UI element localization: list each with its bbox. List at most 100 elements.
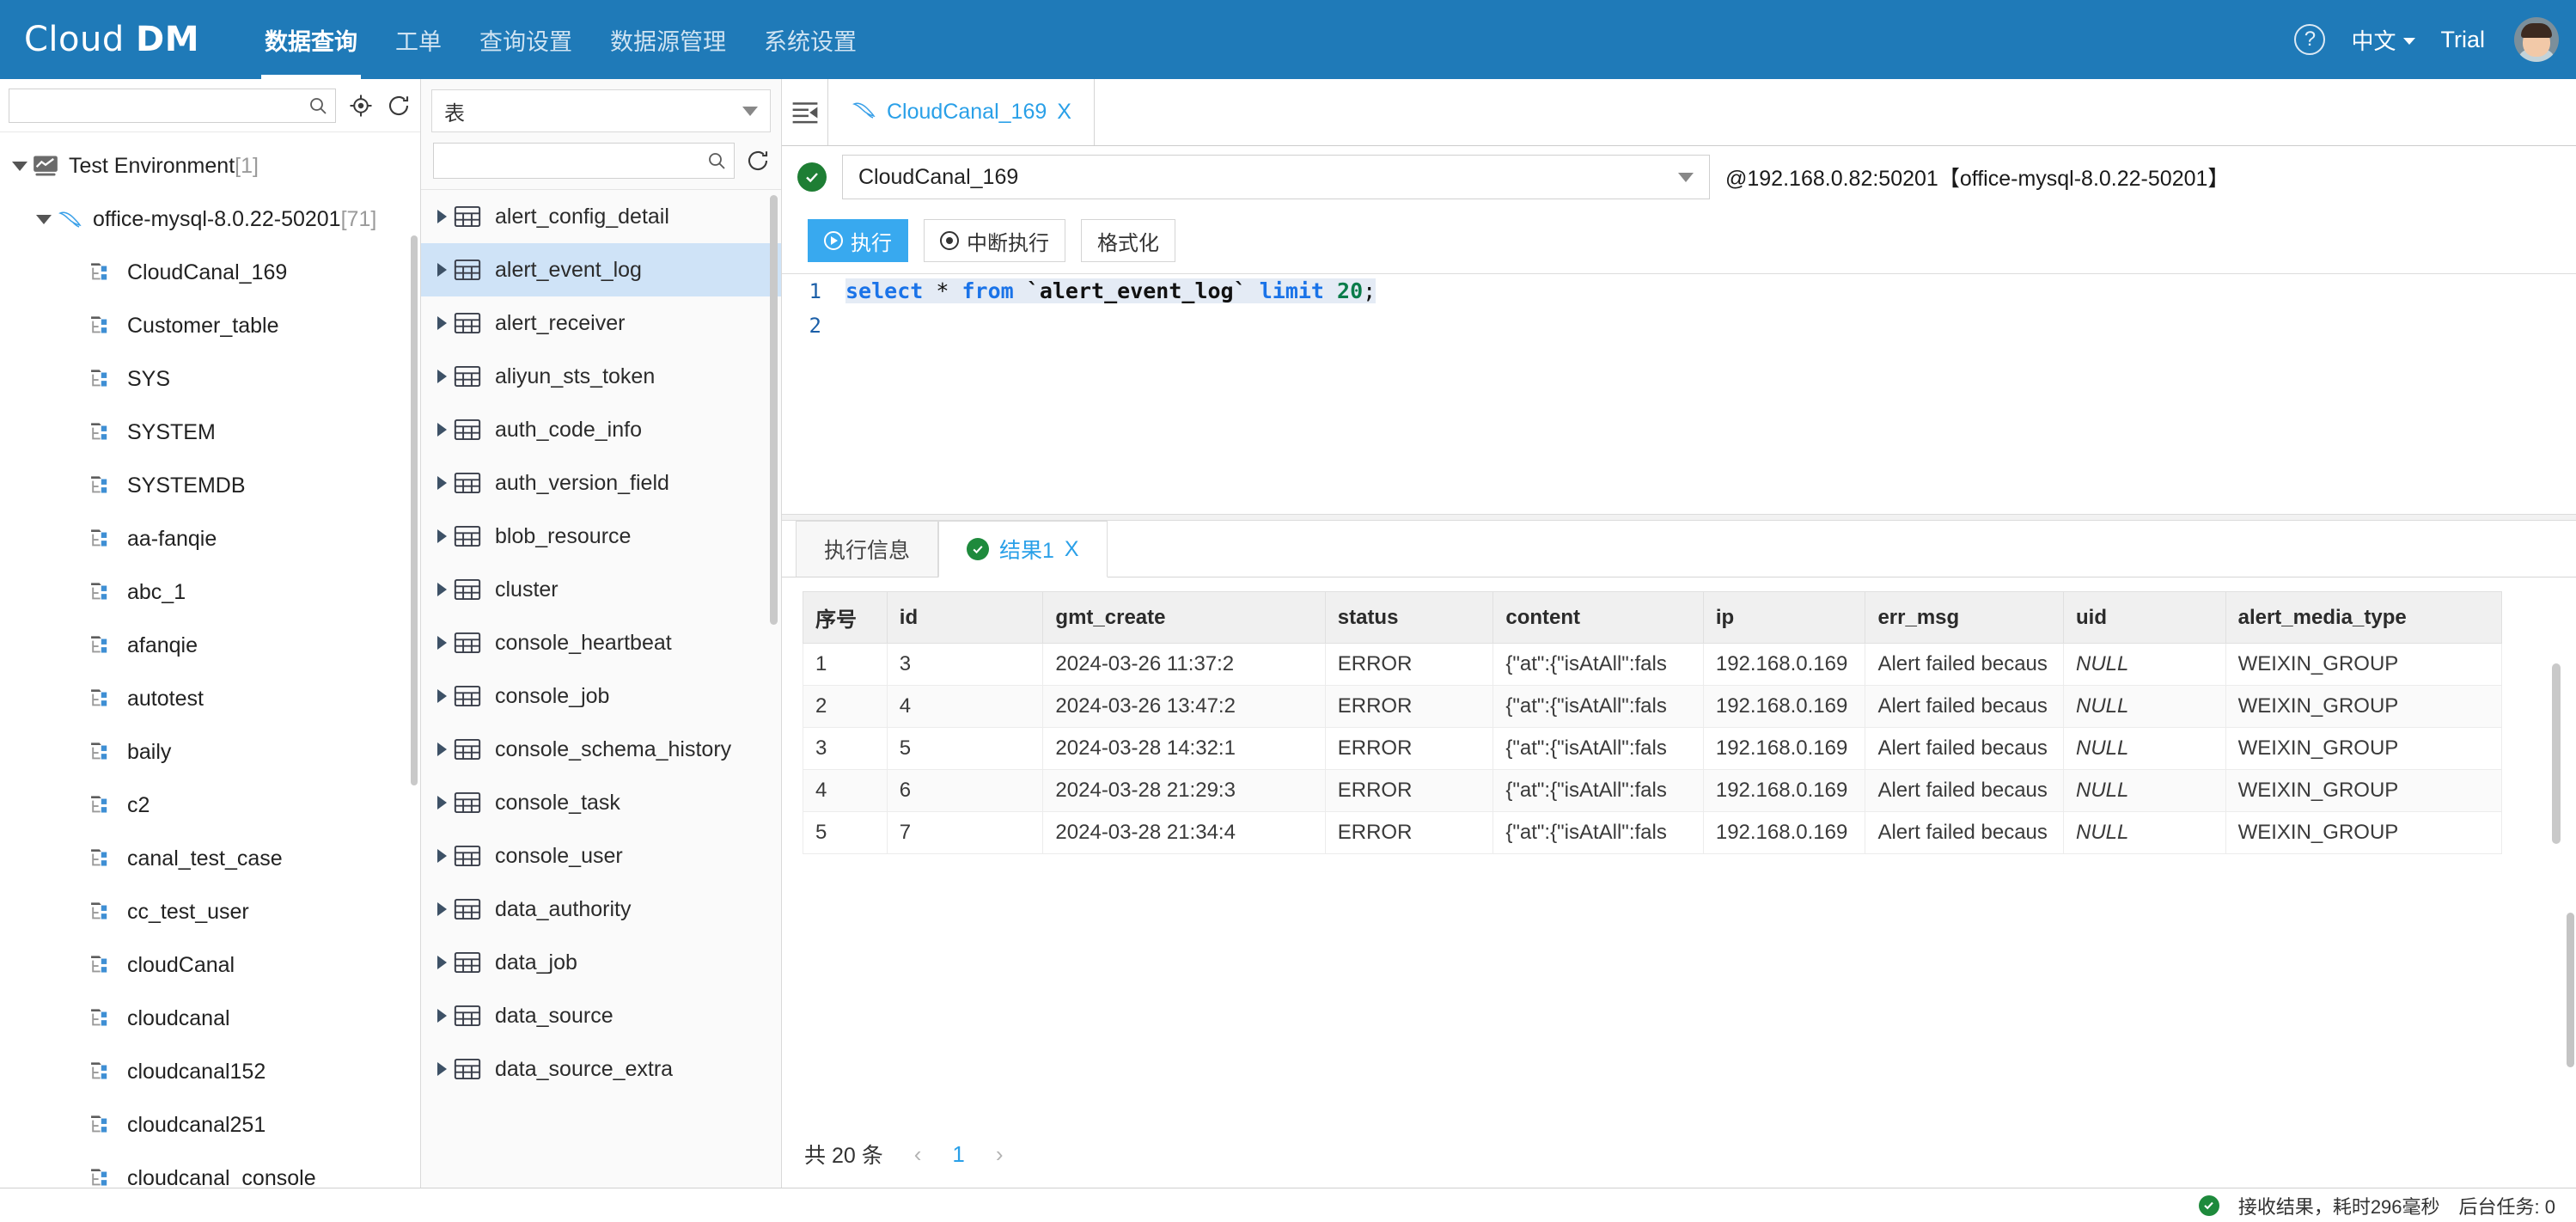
column-header-ip[interactable]: ip: [1702, 591, 1866, 644]
table-cell[interactable]: NULL: [2062, 685, 2226, 728]
stop-button[interactable]: 中断执行: [924, 219, 1065, 262]
tree-node-customer-table[interactable]: Customer_table: [0, 299, 420, 352]
table-cell[interactable]: Alert failed becaus: [1865, 685, 2064, 728]
object-list-item-cluster[interactable]: cluster: [421, 563, 781, 616]
caret-right-icon[interactable]: [430, 1062, 454, 1076]
tree-node-sys[interactable]: SYS: [0, 352, 420, 406]
sidebar-search-box[interactable]: [9, 88, 336, 123]
close-icon[interactable]: X: [1065, 537, 1079, 562]
table-cell[interactable]: WEIXIN_GROUP: [2225, 769, 2503, 812]
table-cell[interactable]: 192.168.0.169: [1702, 727, 1866, 770]
column-header-uid[interactable]: uid: [2062, 591, 2226, 644]
object-type-select[interactable]: 表: [431, 89, 771, 132]
table-cell[interactable]: Alert failed becaus: [1865, 811, 2064, 854]
table-cell[interactable]: Alert failed becaus: [1865, 643, 2064, 686]
refresh-icon[interactable]: [745, 148, 771, 174]
caret-right-icon[interactable]: [430, 956, 454, 969]
result-grid-scrollbar[interactable]: [2552, 663, 2561, 844]
table-row[interactable]: 1 3 2024-03-26 11:37:2 ERROR {"at":{"isAtAll…: [803, 643, 2503, 686]
caret-right-icon[interactable]: [430, 210, 454, 223]
refresh-icon[interactable]: [386, 93, 412, 119]
tab-result-1[interactable]: 结果1 X: [938, 521, 1108, 577]
sidebar-scrollbar[interactable]: [411, 235, 418, 785]
object-list-item-aliyun_sts_token[interactable]: aliyun_sts_token: [421, 350, 781, 403]
table-cell[interactable]: 192.168.0.169: [1702, 769, 1866, 812]
tree-node-cloudcanal152[interactable]: cloudcanal152: [0, 1045, 420, 1098]
table-cell[interactable]: 2: [803, 685, 888, 728]
table-cell[interactable]: NULL: [2062, 811, 2226, 854]
table-cell[interactable]: ERROR: [1324, 727, 1494, 770]
tree-node-aa-fanqie[interactable]: aa-fanqie: [0, 512, 420, 565]
object-list-item-alert_config_detail[interactable]: alert_config_detail: [421, 190, 781, 243]
collapse-panel-icon[interactable]: [782, 79, 828, 145]
nav-item-query-settings[interactable]: 查询设置: [461, 0, 591, 79]
caret-right-icon[interactable]: [430, 636, 454, 650]
tree-node-cloudcanal-console[interactable]: cloudcanal_console: [0, 1152, 420, 1188]
object-search-box[interactable]: [433, 143, 735, 179]
table-cell[interactable]: {"at":{"isAtAll":fals: [1492, 769, 1704, 812]
tab-execution-info[interactable]: 执行信息: [796, 521, 939, 577]
format-button[interactable]: 格式化: [1081, 219, 1175, 262]
object-list-item-data_source_extra[interactable]: data_source_extra: [421, 1042, 781, 1096]
table-cell[interactable]: NULL: [2062, 727, 2226, 770]
table-row[interactable]: 4 6 2024-03-28 21:29:3 ERROR {"at":{"isAtAll…: [803, 769, 2503, 812]
object-list-item-auth_version_field[interactable]: auth_version_field: [421, 456, 781, 510]
nav-item-system-settings[interactable]: 系统设置: [745, 0, 876, 79]
caret-right-icon[interactable]: [430, 742, 454, 756]
table-cell[interactable]: 2024-03-28 21:34:4: [1042, 811, 1326, 854]
caret-right-icon[interactable]: [430, 316, 454, 330]
object-list-item-data_authority[interactable]: data_authority: [421, 883, 781, 936]
table-cell[interactable]: 7: [886, 811, 1044, 854]
object-list-item-auth_code_info[interactable]: auth_code_info: [421, 403, 781, 456]
object-list-item-data_job[interactable]: data_job: [421, 936, 781, 989]
table-cell[interactable]: {"at":{"isAtAll":fals: [1492, 643, 1704, 686]
object-list-item-console_job[interactable]: console_job: [421, 669, 781, 723]
object-list-item-console_task[interactable]: console_task: [421, 776, 781, 829]
caret-right-icon[interactable]: [430, 370, 454, 383]
table-cell[interactable]: ERROR: [1324, 685, 1494, 728]
table-cell[interactable]: 1: [803, 643, 888, 686]
table-cell[interactable]: WEIXIN_GROUP: [2225, 727, 2503, 770]
run-button[interactable]: 执行: [808, 219, 908, 262]
tree-node-cloudcanal251[interactable]: cloudcanal251: [0, 1098, 420, 1152]
column-header-alert_media_type[interactable]: alert_media_type: [2225, 591, 2503, 644]
table-cell[interactable]: Alert failed becaus: [1865, 769, 2064, 812]
table-cell[interactable]: {"at":{"isAtAll":fals: [1492, 727, 1704, 770]
object-list-scrollbar[interactable]: [770, 195, 778, 625]
table-cell[interactable]: 192.168.0.169: [1702, 643, 1866, 686]
tree-node-cloudcanal-169[interactable]: CloudCanal_169: [0, 246, 420, 299]
content-vertical-scrollbar[interactable]: [2567, 913, 2574, 1067]
pagination-page-1[interactable]: 1: [952, 1141, 964, 1168]
object-list-item-alert_event_log[interactable]: alert_event_log: [421, 243, 781, 296]
table-cell[interactable]: NULL: [2062, 769, 2226, 812]
caret-right-icon[interactable]: [430, 529, 454, 543]
table-cell[interactable]: WEIXIN_GROUP: [2225, 685, 2503, 728]
caret-right-icon[interactable]: [430, 902, 454, 916]
pagination-next-icon[interactable]: ›: [987, 1141, 1012, 1168]
tree-node-canal-test-case[interactable]: canal_test_case: [0, 832, 420, 885]
table-cell[interactable]: 2024-03-26 13:47:2: [1042, 685, 1326, 728]
language-selector[interactable]: 中文: [2351, 24, 2415, 56]
editor-tab-cloudcanal-169[interactable]: CloudCanal_169 X: [828, 79, 1095, 145]
sidebar-search-input[interactable]: [16, 95, 308, 116]
table-cell[interactable]: 2024-03-28 14:32:1: [1042, 727, 1326, 770]
table-cell[interactable]: 192.168.0.169: [1702, 811, 1866, 854]
column-header-id[interactable]: id: [886, 591, 1044, 644]
caret-down-icon[interactable]: [33, 214, 55, 224]
pagination-prev-icon[interactable]: ‹: [906, 1141, 931, 1168]
object-list-item-console_schema_history[interactable]: console_schema_history: [421, 723, 781, 776]
tree-node-cc-test-user[interactable]: cc_test_user: [0, 885, 420, 938]
schema-select[interactable]: CloudCanal_169: [842, 155, 1710, 199]
column-header-序号[interactable]: 序号: [803, 591, 888, 644]
caret-right-icon[interactable]: [430, 583, 454, 596]
tree-node-afanqie[interactable]: afanqie: [0, 619, 420, 672]
table-row[interactable]: 5 7 2024-03-28 21:34:4 ERROR {"at":{"isAtAll…: [803, 811, 2503, 854]
object-list-item-alert_receiver[interactable]: alert_receiver: [421, 296, 781, 350]
vertical-splitter[interactable]: [782, 514, 2576, 521]
table-cell[interactable]: {"at":{"isAtAll":fals: [1492, 811, 1704, 854]
table-cell[interactable]: 6: [886, 769, 1044, 812]
table-cell[interactable]: 192.168.0.169: [1702, 685, 1866, 728]
tree-node-autotest[interactable]: autotest: [0, 672, 420, 725]
caret-right-icon[interactable]: [430, 476, 454, 490]
editor-line-content[interactable]: select * from `alert_event_log` limit 20…: [833, 274, 1377, 309]
